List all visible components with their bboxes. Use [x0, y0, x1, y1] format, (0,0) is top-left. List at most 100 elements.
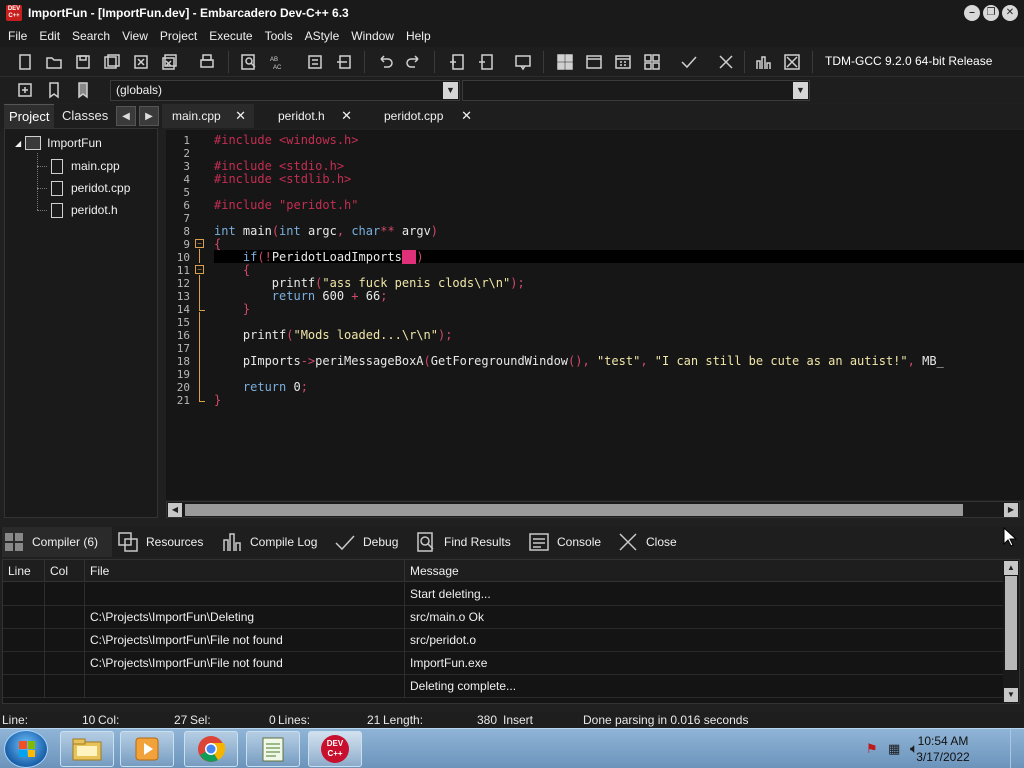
compile-icon[interactable]: [554, 51, 576, 73]
tab-classes[interactable]: Classes: [57, 104, 113, 128]
scroll-left-icon[interactable]: ◀: [168, 503, 182, 517]
undo-icon[interactable]: [374, 51, 396, 73]
taskbar-chrome[interactable]: [184, 731, 238, 767]
start-button[interactable]: [4, 730, 48, 768]
flag-icon[interactable]: ⚑: [866, 741, 882, 757]
table-row[interactable]: Start deleting...: [3, 583, 1003, 606]
menu-execute[interactable]: Execute: [203, 26, 258, 47]
editor-tab-peridot-cpp[interactable]: peridot.cpp ✕: [374, 104, 480, 128]
show-desktop-button[interactable]: [1010, 729, 1024, 768]
add-to-project-icon[interactable]: [446, 51, 468, 73]
table-row[interactable]: C:\Projects\ImportFun\File not found src…: [3, 629, 1003, 652]
editor-horizontal-scrollbar[interactable]: ◀ ▶: [166, 501, 1020, 518]
network-icon[interactable]: ▦: [888, 741, 904, 757]
menu-view[interactable]: View: [116, 26, 154, 47]
editor-tab-main-cpp[interactable]: main.cpp ✕: [162, 104, 254, 128]
code-token: "ass fuck penis clods\r\n": [322, 276, 511, 290]
line-number: 5: [183, 186, 190, 199]
column-header-file[interactable]: File: [85, 560, 405, 582]
open-folder-icon[interactable]: [43, 51, 65, 73]
table-row[interactable]: C:\Projects\ImportFun\Deleting src/main.…: [3, 606, 1003, 629]
function-combo[interactable]: ▼: [462, 80, 810, 101]
results-vertical-scrollbar[interactable]: ▲ ▼: [1003, 560, 1019, 703]
restore-button[interactable]: ❐: [983, 5, 999, 21]
title-bar[interactable]: DEV C++ ImportFun - [ImportFun.dev] - Emb…: [0, 0, 1024, 26]
column-header-message[interactable]: Message: [405, 560, 1003, 582]
fold-toggle-icon[interactable]: −: [195, 265, 204, 274]
menu-search[interactable]: Search: [66, 26, 116, 47]
tab-console[interactable]: Console: [527, 527, 613, 557]
indent-icon[interactable]: [304, 51, 326, 73]
find-icon[interactable]: [238, 51, 260, 73]
column-header-line[interactable]: Line: [3, 560, 45, 582]
close-icon[interactable]: [130, 51, 152, 73]
menu-tools[interactable]: Tools: [259, 26, 299, 47]
scroll-down-icon[interactable]: ▼: [1004, 688, 1018, 702]
tree-file-item[interactable]: main.cpp: [51, 156, 120, 176]
scroll-up-icon[interactable]: ▲: [1004, 561, 1018, 575]
goto-icon[interactable]: [14, 79, 36, 101]
run-icon[interactable]: [583, 51, 605, 73]
syntax-check-icon[interactable]: [678, 51, 700, 73]
tab-project[interactable]: Project: [4, 104, 55, 128]
tab-debug[interactable]: Debug: [333, 527, 411, 557]
chart-icon[interactable]: [752, 51, 774, 73]
bookmark-toggle-icon[interactable]: [72, 79, 94, 101]
menu-file[interactable]: File: [2, 26, 33, 47]
project-options-icon[interactable]: [512, 51, 534, 73]
minimize-button[interactable]: –: [964, 5, 980, 21]
save-all-icon[interactable]: [101, 51, 123, 73]
new-file-icon[interactable]: [14, 51, 36, 73]
replace-icon[interactable]: AB AC: [267, 51, 289, 73]
tab-scroll-right-button[interactable]: ▶: [139, 106, 159, 126]
menu-project[interactable]: Project: [154, 26, 203, 47]
tab-resources[interactable]: Resources: [116, 527, 216, 557]
scrollbar-thumb[interactable]: [185, 504, 963, 516]
table-row[interactable]: Deleting complete...: [3, 675, 1003, 698]
unindent-icon[interactable]: [333, 51, 355, 73]
scrollbar-thumb[interactable]: [1005, 576, 1017, 670]
close-tab-icon[interactable]: ✕: [235, 104, 246, 128]
print-icon[interactable]: [196, 51, 218, 73]
tab-scroll-left-button[interactable]: ◀: [116, 106, 136, 126]
compile-run-icon[interactable]: [612, 51, 634, 73]
rebuild-icon[interactable]: [641, 51, 663, 73]
taskbar-clock[interactable]: 10:54 AM 3/17/2022: [908, 733, 978, 765]
chevron-down-icon[interactable]: ▼: [793, 82, 808, 99]
tab-compile-log[interactable]: Compile Log: [220, 527, 330, 557]
taskbar-media-player[interactable]: [120, 731, 174, 767]
close-tab-icon[interactable]: ✕: [341, 104, 352, 128]
compiler-select[interactable]: TDM-GCC 9.2.0 64-bit Release: [820, 51, 1020, 71]
tab-compiler[interactable]: Compiler (6): [2, 527, 112, 557]
taskbar-notepad[interactable]: [246, 731, 300, 767]
remove-from-project-icon[interactable]: [475, 51, 497, 73]
editor-tab-peridot-h[interactable]: peridot.h ✕: [268, 104, 360, 128]
chevron-down-icon[interactable]: ▼: [443, 82, 458, 99]
menu-help[interactable]: Help: [400, 26, 437, 47]
tree-file-item[interactable]: peridot.h: [51, 200, 118, 220]
tree-root-project[interactable]: ◢ ImportFun: [15, 133, 102, 153]
menu-edit[interactable]: Edit: [33, 26, 66, 47]
expand-arrow-icon[interactable]: ◢: [15, 139, 21, 148]
menu-window[interactable]: Window: [345, 26, 400, 47]
close-window-button[interactable]: ✕: [1002, 5, 1018, 21]
tree-file-item[interactable]: peridot.cpp: [51, 178, 130, 198]
bookmark-icon[interactable]: [43, 79, 65, 101]
close-all-icon[interactable]: [159, 51, 181, 73]
redo-icon[interactable]: [403, 51, 425, 73]
stop-icon[interactable]: [715, 51, 737, 73]
tab-close[interactable]: Close: [616, 527, 688, 557]
menu-astyle[interactable]: AStyle: [299, 26, 346, 47]
taskbar-devcpp[interactable]: DEV C++: [308, 731, 362, 767]
column-header-col[interactable]: Col: [45, 560, 85, 582]
code-editor[interactable]: 1 2 3 4 5 6 7 8 9 10 11 12 13 14 15 16 17 18 19 20 21 − − #i…: [166, 130, 1024, 500]
scope-combo[interactable]: (globals) ▼: [110, 80, 460, 101]
fold-toggle-icon[interactable]: −: [195, 239, 204, 248]
tab-find-results[interactable]: Find Results: [414, 527, 524, 557]
clean-icon[interactable]: [781, 51, 803, 73]
save-icon[interactable]: [72, 51, 94, 73]
close-tab-icon[interactable]: ✕: [461, 104, 472, 128]
scroll-right-icon[interactable]: ▶: [1004, 503, 1018, 517]
taskbar-explorer[interactable]: [60, 731, 114, 767]
table-row[interactable]: C:\Projects\ImportFun\File not found Imp…: [3, 652, 1003, 675]
